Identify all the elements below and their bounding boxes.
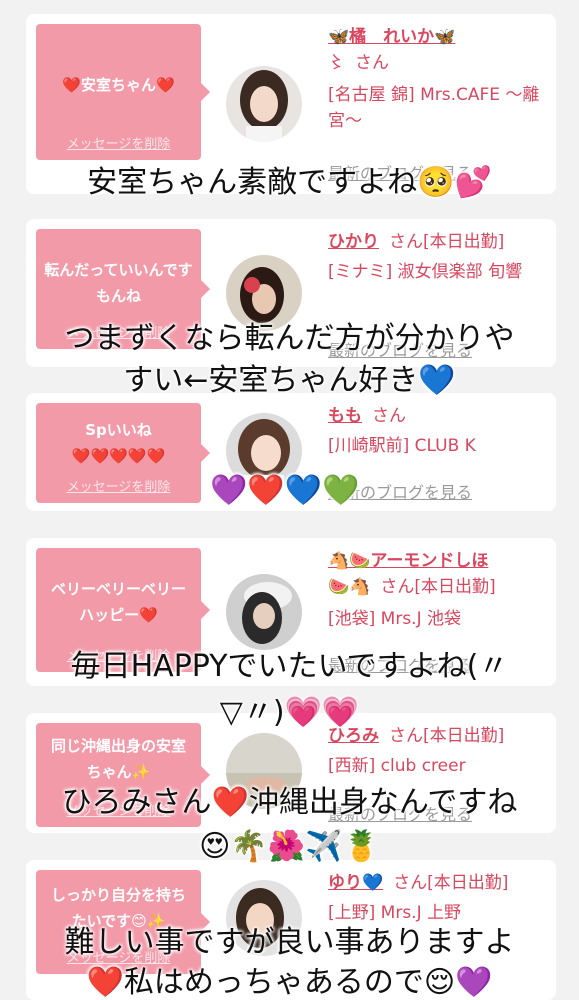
delete-message-link[interactable]: メッセージを削除 — [36, 133, 201, 152]
cast-info: ゆり💙 さん[本日出勤] [上野] Mrs.J 上野 — [328, 870, 550, 926]
avatar[interactable] — [226, 66, 302, 142]
message-text: ❤️安室ちゃん❤️ — [62, 76, 175, 94]
overlay-caption: 毎日HAPPYでいたいですよね(〃 — [70, 649, 509, 684]
san-label: さん[本日出勤] — [389, 232, 505, 252]
cast-name[interactable]: 🦋橘 れいか🦋 — [328, 27, 455, 47]
message-bubble: Spいいね ❤️❤️❤️❤️❤️ メッセージを削除 — [36, 403, 210, 503]
overlay-caption: つまずくなら転んだ方が分かりや — [64, 321, 515, 356]
cast-info: 🐴🍉アーモンドしほ 🍉🐴 さん[本日出勤] [池袋] Mrs.J 池袋 — [328, 548, 550, 632]
message-bubble: ❤️安室ちゃん❤️ メッセージを削除 — [36, 24, 210, 160]
overlay-caption: 安室ちゃん素敵ですよね🥺💕 — [87, 165, 492, 200]
cast-name[interactable]: ゆり💙 — [328, 873, 383, 893]
overlay-caption: ▽〃)💗💗 — [219, 695, 360, 730]
message-text: 転んだっていいんですもんね — [44, 261, 193, 305]
message-hearts: ❤️❤️❤️❤️❤️ — [71, 447, 166, 465]
shop-name[interactable]: [名古屋 錦] Mrs.CAFE 〜離宮〜 — [328, 82, 550, 134]
shop-name[interactable]: [上野] Mrs.J 上野 — [328, 900, 550, 926]
overlay-caption: すい←安室ちゃん好き💙 — [123, 363, 456, 398]
name-emoji: 🍉🐴 — [328, 577, 371, 597]
san-label: さん — [372, 406, 406, 426]
overlay-caption: ひろみさん❤️沖縄出身なんですね — [61, 785, 518, 820]
message-text: Spいいね — [85, 421, 152, 439]
cast-info: 🦋橘 れいか🦋 〻さん [名古屋 錦] Mrs.CAFE 〜離宮〜 — [328, 24, 550, 134]
overlay-caption: 難しい事ですが良い事ありますよ — [64, 925, 515, 960]
overlay-emoji: 😍🌴🌺✈️🍍 — [199, 829, 380, 864]
cast-name[interactable]: もも — [328, 406, 362, 426]
san-label: さん[本日出勤] — [393, 873, 509, 893]
name-prefix: 〻 — [328, 53, 345, 73]
message-text: 同じ沖縄出身の安室ちゃん✨ — [50, 737, 186, 781]
cast-info: もも さん [川崎駅前] CLUB K — [328, 403, 550, 459]
cast-name[interactable]: 🐴🍉アーモンドしほ — [328, 551, 488, 571]
cast-name[interactable]: ひかり — [328, 232, 379, 252]
shop-name[interactable]: [西新] club creer — [328, 753, 550, 779]
delete-message-link[interactable]: メッセージを削除 — [36, 476, 201, 495]
cast-info: ひかり さん[本日出勤] [ミナミ] 淑女倶楽部 旬響 — [328, 229, 550, 285]
message-text: ベリーベリーベリーハッピー❤️ — [50, 580, 186, 624]
san-label: さん — [355, 53, 389, 73]
avatar[interactable] — [226, 574, 302, 650]
overlay-emoji: 💜❤️💙💚 — [210, 473, 360, 508]
san-label: さん[本日出勤] — [380, 577, 496, 597]
shop-name[interactable]: [池袋] Mrs.J 池袋 — [328, 606, 550, 632]
shop-name[interactable]: [ミナミ] 淑女倶楽部 旬響 — [328, 259, 550, 285]
shop-name[interactable]: [川崎駅前] CLUB K — [328, 433, 550, 459]
overlay-caption: ❤️私はめっちゃあるので😌💜 — [86, 965, 493, 1000]
